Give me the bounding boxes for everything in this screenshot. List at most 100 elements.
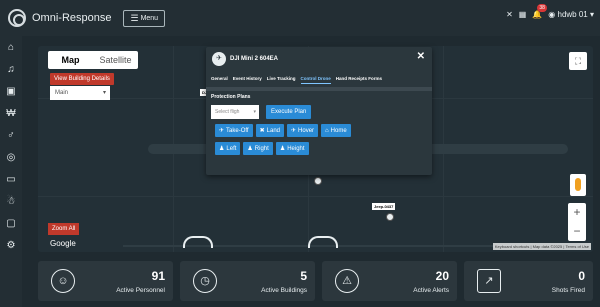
zoom-in-button[interactable]: +	[568, 203, 586, 222]
home-icon[interactable]: ⌂	[5, 42, 17, 54]
police-icon[interactable]: ☃	[5, 196, 17, 208]
protection-plans-label: Protection Plans	[211, 94, 251, 100]
grid-icon[interactable]: ▦	[519, 10, 527, 19]
stat-label: Active Alerts	[413, 287, 449, 294]
drone-icon: ✈	[219, 128, 225, 134]
app-logo-icon	[8, 9, 26, 27]
modal-tabs: General Event History Live Tracking Cont…	[206, 76, 432, 84]
camera-icon[interactable]: ▢	[5, 218, 17, 230]
stat-value: 0	[578, 269, 585, 283]
map-type-toggle: Map Satellite	[48, 51, 138, 69]
tab-divider	[206, 87, 432, 91]
land-icon: ✖	[259, 128, 265, 134]
menu-icon: ☰	[130, 12, 139, 23]
radar-icon[interactable]: ◎	[5, 152, 17, 164]
stat-value: 5	[300, 269, 307, 283]
tab-satellite[interactable]: Satellite	[93, 51, 138, 69]
drone-control-modal: ✈ DJI Mini 2 604EA ✕ General Event Histo…	[206, 47, 432, 175]
clock-icon: ◷	[193, 269, 217, 293]
settings-icon[interactable]: ⚙	[5, 240, 17, 252]
tab-hand-receipts-forms[interactable]: Hand Receipts Forms	[336, 76, 382, 84]
building-select-value: Main	[55, 90, 69, 96]
stat-card-shots: ↗ 0 Shots Fired	[464, 261, 593, 301]
app-title: Omni-Response	[32, 12, 112, 24]
map-tag-jeep[interactable]: Jeep-0437	[372, 203, 396, 210]
plan-row: Select fligh ▾ Execute Plan	[211, 105, 432, 119]
person-icon: ♟	[219, 146, 225, 152]
zoom-control: + −	[568, 203, 586, 241]
bell-icon[interactable]: ♫	[5, 64, 17, 76]
takeoff-label: Take-Off	[226, 127, 249, 134]
takeoff-button[interactable]: ✈ Take-Off	[215, 124, 253, 137]
notification-badge: 38	[537, 4, 547, 12]
left-button[interactable]: ♟ Left	[215, 142, 241, 155]
stat-card-personnel: ☺ 91 Active Personnel	[38, 261, 173, 301]
execute-plan-button[interactable]: Execute Plan	[266, 105, 312, 119]
map-road	[38, 196, 593, 197]
tab-control-drone[interactable]: Control Drone	[300, 76, 331, 84]
stat-label: Active Personnel	[116, 287, 165, 294]
tab-live-tracking[interactable]: Live Tracking	[267, 76, 296, 84]
tab-event-history[interactable]: Event History	[233, 76, 262, 84]
height-label: Height	[287, 145, 305, 152]
stat-card-buildings: ◷ 5 Active Buildings	[180, 261, 315, 301]
stat-value: 91	[151, 269, 165, 283]
hover-icon: ✈	[291, 128, 297, 134]
height-button[interactable]: ♟ Height	[275, 142, 309, 155]
top-bar: Omni-Response ☰ Menu ✕ ▦ 🔔 38 ◉ hdwb 01 ▾	[0, 0, 600, 36]
person-icon: ♟	[247, 146, 253, 152]
stat-value: 20	[435, 269, 449, 283]
flight-commands-row: ✈ Take-Off ✖ Land ✈ Hover ⌂ Home	[215, 124, 432, 137]
truck-icon[interactable]: ▭	[5, 174, 17, 186]
notification-button[interactable]: 🔔 38	[532, 4, 547, 19]
hover-label: Hover	[298, 127, 315, 134]
map-attribution[interactable]: Keyboard shortcuts | Map data ©2025 | Te…	[492, 243, 591, 250]
report-icon[interactable]: ▣	[5, 86, 17, 98]
tab-map[interactable]: Map	[48, 51, 93, 69]
drone-icon: ✈	[212, 51, 226, 66]
alert-icon: ⚠	[335, 269, 359, 293]
hover-button[interactable]: ✈ Hover	[287, 124, 319, 137]
modal-title: DJI Mini 2 604EA	[230, 55, 279, 62]
building-select[interactable]: Main ▾	[50, 86, 110, 100]
flight-plan-placeholder: Select fligh	[215, 109, 240, 115]
tab-general[interactable]: General	[211, 76, 228, 84]
flight-plan-select[interactable]: Select fligh ▾	[211, 105, 259, 119]
zoom-all-button[interactable]: Zoom All	[48, 223, 80, 235]
home-button[interactable]: ⌂ Home	[321, 124, 351, 137]
map-marker-icon[interactable]	[314, 177, 322, 185]
view-building-details-button[interactable]: View Building Details	[50, 73, 114, 85]
top-right-controls: ✕ ▦ 🔔 38 ◉ hdwb 01 ▾	[506, 4, 594, 19]
direction-commands-row: ♟ Left ♟ Right ♟ Height	[215, 142, 432, 155]
person-icon: ☺	[51, 269, 75, 293]
stat-label: Shots Fired	[551, 287, 585, 294]
close-icon[interactable]: ✕	[417, 51, 425, 62]
menu-button[interactable]: ☰ Menu	[123, 9, 166, 27]
sidebar: ⌂ ♫ ▣ ₩ ♂ ◎ ▭ ☃ ▢ ⚙	[0, 36, 22, 307]
person-icon: ♟	[279, 146, 286, 152]
user-menu[interactable]: ◉ hdwb 01 ▾	[548, 10, 594, 19]
stat-label: Active Buildings	[261, 287, 307, 294]
map-marker-icon[interactable]	[386, 213, 394, 221]
land-label: Land	[266, 127, 280, 134]
fullscreen-icon[interactable]: ⛶	[569, 52, 587, 70]
receipt-icon[interactable]: ₩	[5, 108, 17, 120]
tools-icon[interactable]: ♂	[5, 130, 17, 142]
chart-icon: ↗	[477, 269, 501, 293]
home-icon: ⌂	[325, 127, 329, 134]
home-label: Home	[330, 127, 347, 134]
user-label: hdwb 01	[557, 10, 588, 19]
stat-card-alerts: ⚠ 20 Active Alerts	[322, 261, 457, 301]
right-button[interactable]: ♟ Right	[243, 142, 273, 155]
google-logo: Google	[50, 239, 76, 248]
map-building-outline	[183, 236, 213, 248]
land-button[interactable]: ✖ Land	[255, 124, 284, 137]
right-label: Right	[254, 145, 269, 152]
modal-header: ✈ DJI Mini 2 604EA ✕	[206, 47, 432, 70]
menu-label: Menu	[140, 14, 159, 22]
tools-icon[interactable]: ✕	[506, 10, 513, 19]
left-label: Left	[226, 145, 237, 152]
zoom-out-button[interactable]: −	[568, 222, 586, 241]
street-view-icon[interactable]	[570, 174, 586, 196]
chevron-down-icon: ▾	[102, 90, 106, 96]
